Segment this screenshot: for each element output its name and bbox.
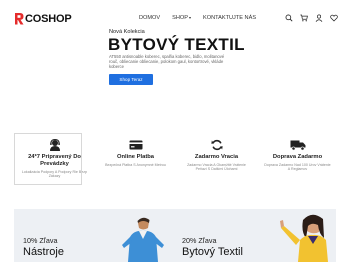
cart-icon[interactable] [300,14,308,22]
feature-desc: Bezpečná Platba S Anonymné Metrou [105,163,166,167]
nav-item-home[interactable]: DOMOV [139,15,160,21]
shop-now-button[interactable]: Shop Teraz [109,74,153,85]
promo-model-man-image [122,217,164,262]
feature-title: Zadarmo Vracia [194,154,239,160]
user-icon[interactable] [315,14,323,22]
hero-description: AT550 antisnoable koberec, spalňa kobere… [109,54,225,70]
promo-title[interactable]: Bytový Textil [182,246,243,258]
hero-title: BYTOVÝ TEXTIL [108,35,245,54]
feature-support: 24*7 Pripravený Do Prevádzky Lokalizácia… [14,131,95,189]
delivery-truck-icon [290,140,305,151]
promo-discount-label: 10% Zľava [23,236,58,245]
nav-item-shop[interactable]: SHOP▾ [172,15,191,21]
feature-payment: Online Platba Bezpečná Platba S Anonymné… [95,131,176,189]
feature-shipping: Doprava Zadarmo Doprava Zadarmo Nad 100 … [257,131,338,189]
chevron-down-icon: ▾ [189,15,192,20]
promo-banners: 10% Zľava Nástroje 20% Zľava Bytový Text… [14,209,336,262]
brand-name: COSHOP [25,12,72,25]
feature-title: Online Platba [116,154,155,160]
main-nav: DOMOV SHOP▾ KONTAKTUJTE NÁS [139,15,256,21]
credit-card-icon [129,140,142,150]
promo-title[interactable]: Nástroje [23,246,64,258]
promo-discount-label: 20% Zľava [182,236,217,245]
logo-mark-icon [15,13,24,25]
feature-highlight-box [14,133,82,185]
header-icons [285,14,338,22]
heart-icon[interactable] [330,14,338,22]
feature-title: Doprava Zadarmo [272,154,323,160]
hero-banner: Nová Kolekcia BYTOVÝ TEXTIL AT550 antisn… [0,26,350,131]
brand-logo[interactable]: COSHOP [14,12,72,25]
promo-model-woman-image [280,214,328,262]
nav-item-contact[interactable]: KONTAKTUJTE NÁS [203,15,256,21]
search-icon[interactable] [285,14,293,22]
feature-returns: Zadarmo Vracia Zadarmo Vracia A Okamžité… [176,131,257,189]
feature-desc: Zadarmo Vracia A Okamžité Vrátenie Peňaz… [187,163,246,172]
features-row: 24*7 Pripravený Do Prevádzky Lokalizácia… [14,131,338,189]
nav-item-shop-label: SHOP [172,15,188,21]
feature-desc: Doprava Zadarmo Nad 100 Urov Vrátenie A … [264,163,331,172]
refresh-icon [210,139,223,151]
